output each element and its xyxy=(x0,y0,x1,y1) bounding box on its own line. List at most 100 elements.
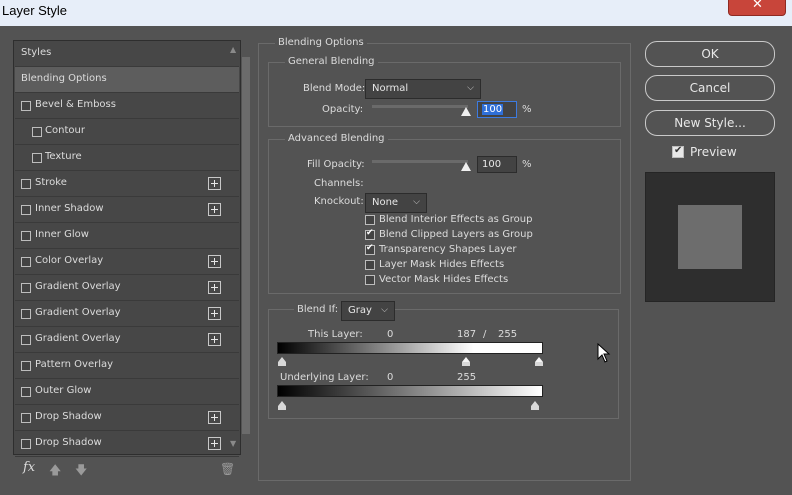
style-item[interactable]: Blending Options xyxy=(15,67,239,93)
advanced-option-label: Layer Mask Hides Effects xyxy=(379,259,505,270)
style-item-label: Inner Shadow xyxy=(35,203,104,214)
style-item[interactable]: Drop Shadow xyxy=(15,405,239,431)
style-item[interactable]: Texture xyxy=(15,145,239,171)
this-layer-min: 0 xyxy=(387,329,394,340)
add-effect-icon[interactable] xyxy=(208,281,221,294)
style-item[interactable]: Inner Glow xyxy=(15,223,239,249)
close-button[interactable]: ✕ xyxy=(728,0,786,16)
advanced-option-label: Blend Interior Effects as Group xyxy=(379,214,533,225)
title-bar: Layer Style ✕ xyxy=(0,0,792,26)
style-item[interactable]: Inner Shadow xyxy=(15,197,239,223)
advanced-option-label: Vector Mask Hides Effects xyxy=(379,274,509,285)
fill-opacity-input[interactable]: 100 xyxy=(477,156,517,173)
this-layer-slash: / xyxy=(483,329,487,340)
style-checkbox[interactable] xyxy=(21,179,31,189)
preview-thumbnail xyxy=(645,172,775,302)
styles-scrollbar[interactable] xyxy=(241,57,250,442)
add-effect-icon[interactable] xyxy=(208,411,221,424)
style-item-label: Contour xyxy=(45,125,85,136)
add-effect-icon[interactable] xyxy=(208,255,221,268)
add-effect-icon[interactable] xyxy=(208,307,221,320)
style-checkbox[interactable] xyxy=(21,335,31,345)
this-layer-max: 255 xyxy=(498,329,518,340)
style-checkbox[interactable] xyxy=(21,101,31,111)
style-checkbox[interactable] xyxy=(21,257,31,267)
move-down-icon[interactable]: 🡇 xyxy=(75,461,87,482)
styles-toolbar: fx 🡅 🡇 🗑 xyxy=(13,458,241,482)
fill-opacity-percent: % xyxy=(522,159,532,170)
style-checkbox[interactable] xyxy=(21,439,31,449)
style-checkbox[interactable] xyxy=(32,127,42,137)
style-item-label: Drop Shadow xyxy=(35,437,102,448)
advanced-option-checkbox[interactable] xyxy=(365,275,375,285)
advanced-option-label: Blend Clipped Layers as Group xyxy=(379,229,533,240)
this-layer-white-stop[interactable] xyxy=(535,357,544,366)
advanced-option-checkbox[interactable] xyxy=(365,260,375,270)
preview-checkbox[interactable] xyxy=(672,145,684,158)
style-checkbox[interactable] xyxy=(21,283,31,293)
scroll-down-icon[interactable]: ▼ xyxy=(230,439,236,448)
move-up-icon[interactable]: 🡅 xyxy=(49,461,61,482)
opacity-input[interactable]: 100 xyxy=(477,101,517,118)
fx-icon[interactable]: fx xyxy=(23,460,35,475)
underlying-black-stop[interactable] xyxy=(278,401,287,410)
style-item[interactable]: Gradient Overlay xyxy=(15,275,239,301)
fill-opacity-slider-knob[interactable] xyxy=(461,162,471,171)
style-item[interactable]: Gradient Overlay xyxy=(15,327,239,353)
trash-icon[interactable]: 🗑 xyxy=(220,462,235,476)
style-item-label: Gradient Overlay xyxy=(35,307,121,318)
blend-if-select[interactable]: Gray ⌵ xyxy=(341,301,395,321)
fill-opacity-label: Fill Opacity: xyxy=(307,159,365,170)
style-item[interactable]: Stroke xyxy=(15,171,239,197)
advanced-option-checkbox[interactable] xyxy=(365,228,375,240)
style-checkbox[interactable] xyxy=(21,361,31,371)
ok-button[interactable]: OK xyxy=(645,41,775,67)
add-effect-icon[interactable] xyxy=(208,333,221,346)
add-effect-icon[interactable] xyxy=(208,203,221,216)
style-item-label: Inner Glow xyxy=(35,229,89,240)
this-layer-black-stop[interactable] xyxy=(278,357,287,366)
style-checkbox[interactable] xyxy=(21,309,31,319)
style-item-label: Gradient Overlay xyxy=(35,333,121,344)
scrollbar-thumb[interactable] xyxy=(242,57,250,434)
close-icon: ✕ xyxy=(752,0,763,12)
underlying-layer-gradient xyxy=(277,385,543,397)
fill-opacity-slider-track[interactable] xyxy=(372,160,468,163)
this-layer-gradient xyxy=(277,342,543,354)
advanced-option-label: Transparency Shapes Layer xyxy=(379,244,517,255)
styles-header[interactable]: Styles xyxy=(15,41,239,67)
advanced-option-checkbox[interactable] xyxy=(365,243,375,255)
blend-mode-select[interactable]: Normal ⌵ xyxy=(365,79,481,99)
style-item[interactable]: Outer Glow xyxy=(15,379,239,405)
style-item-label: Outer Glow xyxy=(35,385,92,396)
style-checkbox[interactable] xyxy=(32,153,42,163)
opacity-slider-track[interactable] xyxy=(372,105,468,108)
style-checkbox[interactable] xyxy=(21,231,31,241)
blend-if-group xyxy=(268,309,619,419)
underlying-white-stop[interactable] xyxy=(531,401,540,410)
advanced-option-checkbox[interactable] xyxy=(365,215,375,225)
add-effect-icon[interactable] xyxy=(208,437,221,450)
add-effect-icon[interactable] xyxy=(208,177,221,190)
underlying-max: 255 xyxy=(457,372,477,383)
opacity-slider-knob[interactable] xyxy=(461,107,471,116)
style-item[interactable]: Pattern Overlay xyxy=(15,353,239,379)
style-item-label: Pattern Overlay xyxy=(35,359,114,370)
style-checkbox[interactable] xyxy=(21,387,31,397)
style-item[interactable]: Drop Shadow xyxy=(15,431,239,457)
styles-header-label: Styles xyxy=(21,47,52,58)
cancel-button[interactable]: Cancel xyxy=(645,75,775,101)
style-item[interactable]: Gradient Overlay xyxy=(15,301,239,327)
style-checkbox[interactable] xyxy=(21,413,31,423)
style-checkbox[interactable] xyxy=(21,205,31,215)
blend-if-value: Gray xyxy=(348,305,372,316)
chevron-down-icon: ⌵ xyxy=(381,305,388,315)
style-item-label: Gradient Overlay xyxy=(35,281,121,292)
style-item[interactable]: Contour xyxy=(15,119,239,145)
style-item[interactable]: Bevel & Emboss xyxy=(15,93,239,119)
scroll-up-icon[interactable]: ▲ xyxy=(230,45,236,54)
knockout-select[interactable]: None ⌵ xyxy=(365,193,427,213)
new-style-button[interactable]: New Style... xyxy=(645,110,775,136)
style-item[interactable]: Color Overlay xyxy=(15,249,239,275)
this-layer-split-stop[interactable] xyxy=(462,357,471,366)
